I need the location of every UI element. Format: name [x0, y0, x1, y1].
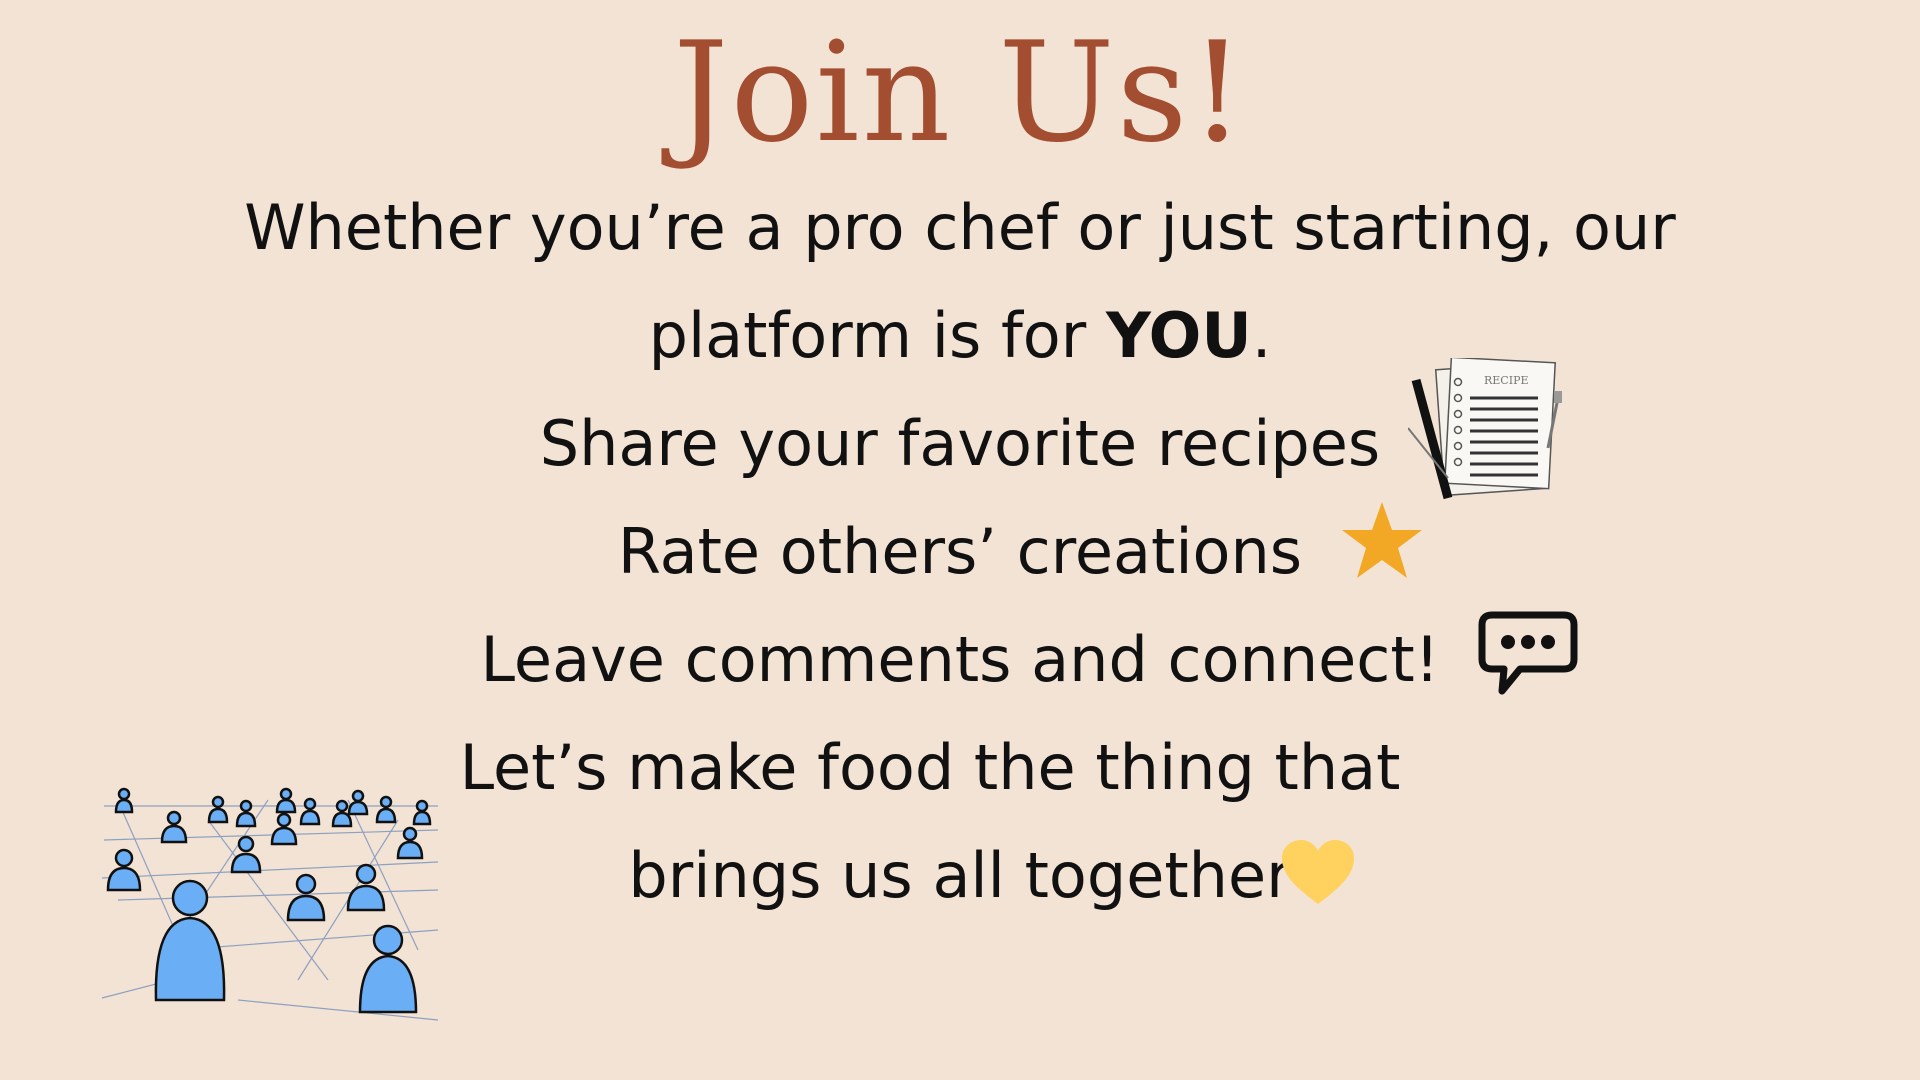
recipe-card-label: RECIPE — [1484, 374, 1529, 387]
comments-line: Leave comments and connect! — [0, 620, 1920, 700]
chat-bubble-icon — [1478, 611, 1578, 695]
star-icon — [1342, 502, 1422, 578]
intro-text-1: Whether you’re a pro chef or just starti… — [244, 191, 1676, 264]
intro-period: . — [1251, 299, 1272, 372]
people-network-illustration — [101, 787, 439, 1021]
comments-text: Leave comments and connect! — [480, 623, 1440, 696]
page-title: Join Us! — [673, 12, 1247, 173]
you-emphasis: YOU — [1105, 299, 1252, 372]
intro-text-2: platform is for — [648, 299, 1106, 372]
closing-text-1: Let’s make food the thing that — [459, 731, 1401, 804]
intro-line-1: Whether you’re a pro chef or just starti… — [0, 188, 1920, 268]
closing-text-2: brings us all together — [628, 839, 1292, 912]
rate-creations-text: Rate others’ creations — [617, 515, 1303, 588]
rate-creations-line: Rate others’ creations — [0, 512, 1920, 592]
share-recipes-text: Share your favorite recipes — [539, 407, 1381, 480]
intro-line-2: platform is for YOU. — [0, 296, 1920, 376]
heart-icon — [1282, 840, 1354, 904]
recipe-card-icon: RECIPE — [1408, 358, 1562, 500]
share-recipes-line: Share your favorite recipes — [0, 404, 1920, 484]
